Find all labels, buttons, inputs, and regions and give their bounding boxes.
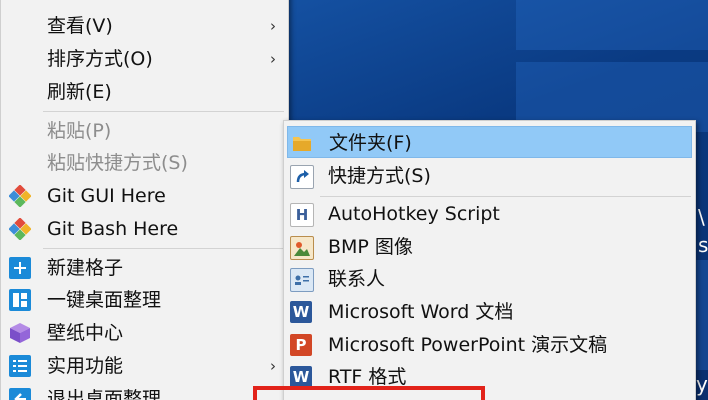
menu-item-label: 壁纸中心 bbox=[47, 322, 124, 344]
menu-item-utilities[interactable]: 实用功能 › bbox=[1, 350, 288, 382]
menu-item-label: 联系人 bbox=[328, 268, 386, 290]
desktop-edge-text: y bbox=[696, 372, 708, 396]
autohotkey-icon: H bbox=[290, 203, 314, 227]
layout-icon bbox=[9, 289, 31, 311]
bmp-image-icon bbox=[290, 236, 314, 260]
menu-item-git-bash[interactable]: Git Bash Here bbox=[1, 213, 288, 245]
desktop-tile bbox=[516, 0, 708, 50]
submenu-item-contact[interactable]: 联系人 bbox=[284, 263, 695, 295]
plus-icon bbox=[9, 257, 31, 279]
menu-item-label: 刷新(E) bbox=[47, 81, 112, 103]
menu-item-label: 实用功能 bbox=[47, 355, 124, 377]
menu-item-refresh[interactable]: 刷新(E) bbox=[1, 76, 288, 108]
submenu-arrow-icon: › bbox=[270, 17, 276, 35]
menu-item-label: 新建格子 bbox=[47, 257, 124, 279]
menu-item-label: 排序方式(O) bbox=[47, 48, 153, 70]
menu-item-one-click-organize[interactable]: 一键桌面整理 bbox=[1, 284, 288, 316]
list-icon bbox=[9, 355, 31, 377]
annotation-highlight-box bbox=[253, 386, 485, 400]
menu-separator bbox=[43, 111, 284, 112]
menu-item-label: 文件夹(F) bbox=[329, 132, 412, 154]
contact-icon bbox=[290, 268, 314, 292]
submenu-item-autohotkey[interactable]: H AutoHotkey Script bbox=[284, 198, 695, 230]
menu-item-label: 粘贴快捷方式(S) bbox=[47, 152, 188, 174]
submenu-item-bmp[interactable]: BMP 图像 bbox=[284, 231, 695, 263]
menu-separator bbox=[320, 196, 691, 197]
menu-item-label: BMP 图像 bbox=[328, 236, 413, 258]
cube-icon bbox=[9, 322, 31, 344]
menu-separator bbox=[43, 248, 284, 249]
desktop-edge-text: \ bbox=[698, 205, 705, 229]
menu-item-git-gui[interactable]: Git GUI Here bbox=[1, 180, 288, 212]
menu-item-label: 查看(V) bbox=[47, 15, 113, 37]
menu-item-label: Git Bash Here bbox=[47, 218, 179, 240]
submenu-arrow-icon: › bbox=[270, 357, 276, 375]
menu-item-paste-shortcut[interactable]: 粘贴快捷方式(S) bbox=[1, 147, 288, 179]
word-icon: W bbox=[290, 301, 312, 323]
folder-icon bbox=[291, 132, 313, 154]
menu-item-view[interactable]: 查看(V) › bbox=[1, 10, 288, 42]
menu-item-sort-by[interactable]: 排序方式(O) › bbox=[1, 43, 288, 75]
submenu-item-word-document[interactable]: W Microsoft Word 文档 bbox=[284, 296, 695, 328]
desktop-context-menu: 查看(V) › 排序方式(O) › 刷新(E) 粘贴(P) 粘贴快捷方式(S) … bbox=[0, 0, 289, 400]
new-submenu: 文件夹(F) 快捷方式(S) H AutoHotkey Script BMP 图… bbox=[283, 120, 696, 400]
rtf-icon: W bbox=[290, 366, 312, 388]
submenu-arrow-icon: › bbox=[270, 50, 276, 68]
menu-item-paste[interactable]: 粘贴(P) bbox=[1, 115, 288, 147]
shortcut-icon bbox=[290, 165, 314, 189]
menu-item-exit-organize[interactable]: 退出桌面整理 bbox=[1, 383, 288, 400]
exit-icon bbox=[9, 388, 31, 400]
submenu-item-shortcut[interactable]: 快捷方式(S) bbox=[284, 160, 695, 192]
menu-item-label: Microsoft Word 文档 bbox=[328, 301, 514, 323]
menu-item-label: Microsoft PowerPoint 演示文稿 bbox=[328, 334, 608, 356]
submenu-item-folder[interactable]: 文件夹(F) bbox=[287, 126, 692, 158]
submenu-item-powerpoint[interactable]: P Microsoft PowerPoint 演示文稿 bbox=[284, 329, 695, 361]
menu-item-wallpaper-center[interactable]: 壁纸中心 bbox=[1, 317, 288, 349]
git-icon bbox=[9, 218, 31, 240]
menu-item-new-grid[interactable]: 新建格子 bbox=[1, 252, 288, 284]
desktop-edge-text: s bbox=[698, 233, 708, 257]
git-icon bbox=[9, 185, 31, 207]
powerpoint-icon: P bbox=[290, 334, 312, 356]
menu-item-label: 粘贴(P) bbox=[47, 120, 112, 142]
menu-item-label: 退出桌面整理 bbox=[47, 388, 162, 400]
menu-item-label: 一键桌面整理 bbox=[47, 289, 162, 311]
menu-item-label: 快捷方式(S) bbox=[328, 165, 431, 187]
menu-item-label: AutoHotkey Script bbox=[328, 203, 500, 225]
menu-item-label: Git GUI Here bbox=[47, 185, 166, 207]
